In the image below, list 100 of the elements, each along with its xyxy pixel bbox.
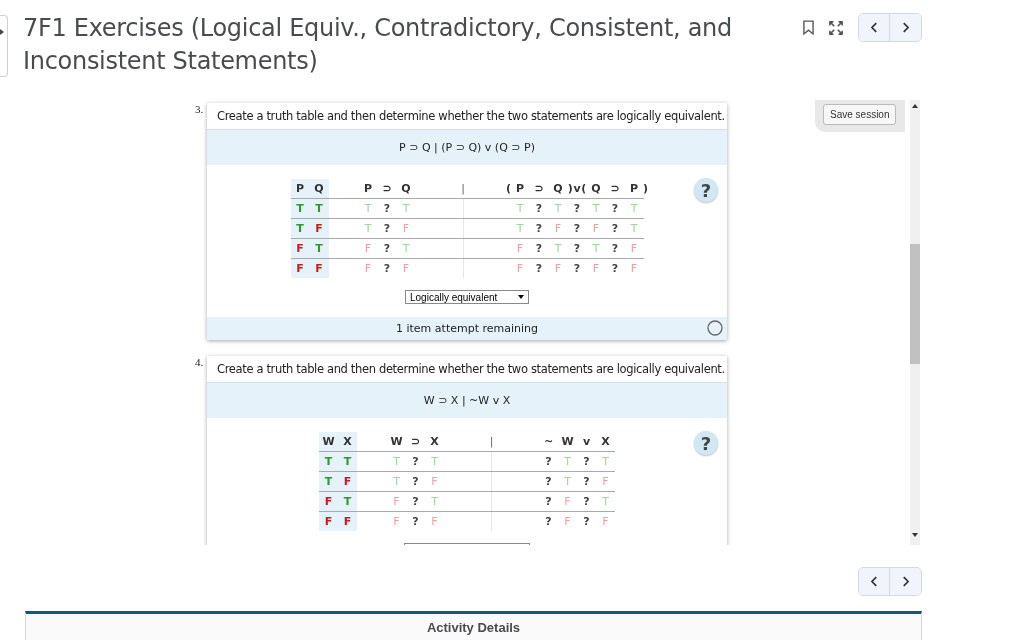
column-separator: |	[489, 435, 494, 448]
truth-value: T	[564, 475, 571, 488]
answer-slot[interactable]: ?	[412, 475, 419, 488]
truth-value: F	[564, 495, 571, 508]
truth-value: F	[296, 242, 304, 255]
answer-slot[interactable]: ?	[611, 202, 619, 215]
help-button[interactable]: ?	[694, 178, 718, 202]
truth-value: T	[324, 455, 333, 468]
save-session-button[interactable]: Save session	[823, 104, 897, 125]
question-number: 4.	[194, 356, 205, 370]
answer-slot[interactable]: ?	[535, 242, 543, 255]
truth-value: F	[324, 515, 333, 528]
fullscreen-icon[interactable]	[829, 20, 843, 35]
truth-value: T	[296, 202, 304, 215]
page-title: 7F1 Exercises (Logical Equiv., Contradictory, Consistent, and Inconsistent Statements)	[23, 13, 733, 77]
scroll-up-icon[interactable]	[912, 104, 918, 108]
scrollbar[interactable]	[910, 100, 920, 545]
truth-value: F	[315, 222, 323, 235]
answer-slot[interactable]: ?	[573, 262, 581, 275]
scroll-down-icon[interactable]	[912, 533, 918, 537]
truth-value: F	[602, 515, 609, 528]
help-button[interactable]: ?	[694, 431, 718, 455]
truth-value: F	[592, 262, 600, 275]
truth-value: F	[343, 515, 352, 528]
answer-slot[interactable]: ?	[583, 515, 590, 528]
answer-slot[interactable]: ?	[583, 455, 590, 468]
attempts-text: 1 item attempt remaining	[396, 322, 538, 335]
answer-slot[interactable]: ?	[535, 222, 543, 235]
column-header: ⊃	[382, 182, 392, 195]
answer-slot[interactable]: ?	[545, 495, 552, 508]
truth-value: F	[296, 262, 304, 275]
truth-value: F	[554, 262, 562, 275]
scroll-thumb[interactable]	[910, 244, 920, 364]
truth-value: F	[364, 242, 372, 255]
truth-value: T	[393, 455, 400, 468]
answer-slot[interactable]: ?	[412, 495, 419, 508]
truth-value: T	[602, 495, 609, 508]
answer-slot[interactable]: ?	[535, 262, 543, 275]
answer-slot[interactable]: ?	[611, 242, 619, 255]
formula-text: W ⊃ X | ~W v X	[423, 394, 511, 407]
chevron-left-icon	[870, 22, 878, 33]
truth-value: T	[516, 222, 524, 235]
answer-slot[interactable]: ?	[535, 202, 543, 215]
parenthesis: (	[505, 182, 511, 195]
truth-value: T	[343, 455, 352, 468]
answer-slot[interactable]: ?	[573, 222, 581, 235]
column-header: v	[582, 435, 591, 448]
side-panel-tab[interactable]	[0, 15, 8, 77]
column-header: P	[629, 182, 639, 195]
previous-button[interactable]	[859, 568, 890, 595]
answer-slot[interactable]: ?	[383, 222, 391, 235]
truth-value: F	[402, 222, 410, 235]
answer-slot[interactable]: ?	[412, 515, 419, 528]
column-header: W	[561, 435, 574, 448]
answer-slot[interactable]: ?	[583, 495, 590, 508]
truth-value: F	[402, 262, 410, 275]
truth-value: T	[315, 242, 323, 255]
truth-value: T	[431, 455, 438, 468]
truth-value: T	[564, 455, 571, 468]
expand-arrow-icon	[0, 29, 4, 35]
chevron-left-icon	[870, 576, 878, 587]
answer-slot[interactable]: ?	[545, 475, 552, 488]
column-header: X	[601, 435, 610, 448]
answer-dropdown[interactable]: Logically equivalent	[405, 290, 529, 304]
status-circle-icon	[707, 320, 723, 336]
column-header: Q	[401, 182, 411, 195]
answer-slot[interactable]: ?	[545, 455, 552, 468]
truth-value: T	[296, 222, 304, 235]
truth-value: F	[393, 495, 400, 508]
column-separator: |	[461, 182, 465, 195]
answer-slot[interactable]: ?	[573, 202, 581, 215]
truth-value: F	[516, 262, 524, 275]
answer-slot[interactable]: ?	[545, 515, 552, 528]
truth-value: T	[516, 202, 524, 215]
answer-slot[interactable]: ?	[611, 222, 619, 235]
column-header: v	[573, 182, 581, 195]
truth-value: F	[324, 495, 333, 508]
answer-slot[interactable]: ?	[573, 242, 581, 255]
truth-value: T	[630, 202, 638, 215]
column-header: X	[343, 435, 352, 448]
chevron-right-icon	[902, 22, 909, 33]
truth-value: F	[564, 515, 571, 528]
column-header: P	[363, 182, 373, 195]
chevron-right-icon	[902, 576, 909, 587]
answer-slot[interactable]: ?	[383, 242, 391, 255]
column-header: W	[390, 435, 403, 448]
truth-value: T	[402, 202, 410, 215]
column-header: W	[322, 435, 335, 448]
answer-slot[interactable]: ?	[583, 475, 590, 488]
question-number: 3.	[194, 103, 205, 117]
formula-text: P ⊃ Q | (P ⊃ Q) v (Q ⊃ P)	[399, 141, 535, 154]
answer-slot[interactable]: ?	[383, 262, 391, 275]
truth-value: T	[315, 202, 323, 215]
previous-button[interactable]	[859, 14, 890, 41]
answer-slot[interactable]: ?	[412, 455, 419, 468]
answer-slot[interactable]: ?	[383, 202, 391, 215]
column-header: ~	[543, 435, 554, 448]
column-header: P	[295, 182, 305, 195]
answer-slot[interactable]: ?	[611, 262, 619, 275]
bookmark-icon[interactable]	[803, 20, 814, 35]
